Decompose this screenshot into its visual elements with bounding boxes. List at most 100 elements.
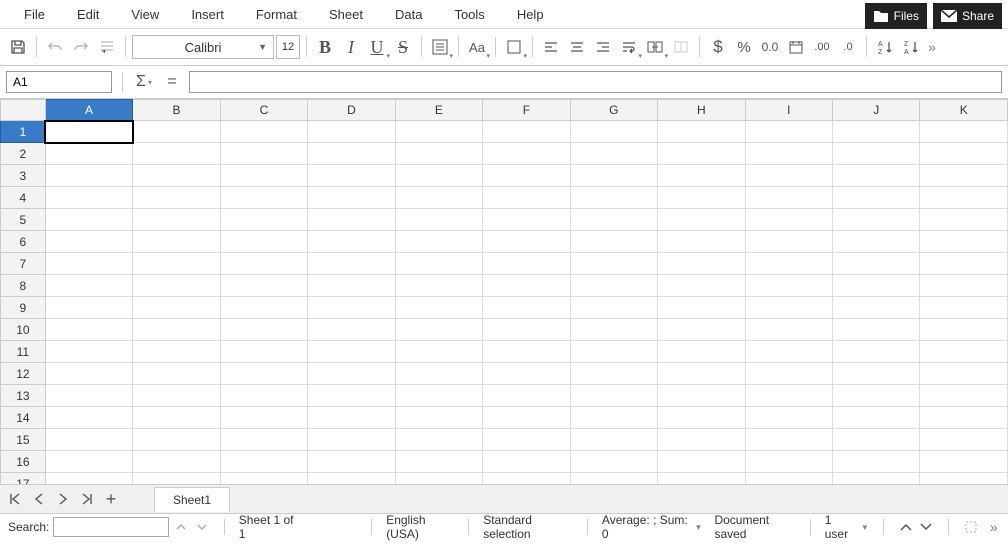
sort-asc-icon[interactable]: AZ bbox=[873, 35, 897, 59]
cell[interactable] bbox=[483, 407, 570, 429]
cell[interactable] bbox=[45, 363, 132, 385]
cell[interactable] bbox=[395, 451, 482, 473]
add-sheet-icon[interactable]: + bbox=[100, 488, 122, 510]
collapse-up-icon[interactable] bbox=[898, 518, 914, 536]
cell[interactable] bbox=[45, 165, 132, 187]
cell[interactable] bbox=[395, 187, 482, 209]
column-header[interactable]: A bbox=[45, 100, 132, 121]
column-header[interactable]: G bbox=[570, 100, 657, 121]
row-header[interactable]: 6 bbox=[1, 231, 46, 253]
cell[interactable] bbox=[832, 385, 919, 407]
cell[interactable] bbox=[570, 319, 657, 341]
cell[interactable] bbox=[45, 143, 132, 165]
cell[interactable] bbox=[220, 165, 307, 187]
row-header[interactable]: 9 bbox=[1, 297, 46, 319]
currency-icon[interactable]: $ bbox=[706, 35, 730, 59]
cell[interactable] bbox=[395, 297, 482, 319]
save-icon[interactable] bbox=[6, 35, 30, 59]
cell[interactable] bbox=[45, 275, 132, 297]
cell[interactable] bbox=[745, 187, 832, 209]
column-header[interactable]: J bbox=[832, 100, 919, 121]
column-header[interactable]: B bbox=[133, 100, 220, 121]
cell[interactable] bbox=[745, 143, 832, 165]
sum-icon[interactable]: Σ▾ bbox=[133, 71, 155, 93]
cell[interactable] bbox=[832, 187, 919, 209]
undo-icon[interactable] bbox=[43, 35, 67, 59]
row-header[interactable]: 3 bbox=[1, 165, 46, 187]
last-sheet-icon[interactable] bbox=[76, 488, 98, 510]
cell[interactable] bbox=[658, 165, 745, 187]
font-color-icon[interactable]: ▾ bbox=[428, 35, 452, 59]
cell[interactable] bbox=[920, 341, 1008, 363]
menu-data[interactable]: Data bbox=[379, 3, 438, 26]
cell[interactable] bbox=[570, 209, 657, 231]
cell[interactable] bbox=[483, 253, 570, 275]
first-sheet-icon[interactable] bbox=[4, 488, 26, 510]
cell[interactable] bbox=[395, 385, 482, 407]
cell[interactable] bbox=[745, 165, 832, 187]
cell[interactable] bbox=[133, 407, 220, 429]
menu-edit[interactable]: Edit bbox=[61, 3, 115, 26]
cell[interactable] bbox=[483, 143, 570, 165]
unmerge-cells-icon[interactable] bbox=[669, 35, 693, 59]
cell[interactable] bbox=[920, 451, 1008, 473]
chevron-down-icon[interactable]: ▼ bbox=[861, 523, 869, 532]
background-color-icon[interactable]: ▾ bbox=[502, 35, 526, 59]
sheet-tab-active[interactable]: Sheet1 bbox=[154, 487, 230, 512]
menu-insert[interactable]: Insert bbox=[175, 3, 240, 26]
cell[interactable] bbox=[920, 429, 1008, 451]
aggregate-label[interactable]: Average: ; Sum: 0 bbox=[602, 513, 689, 541]
cell[interactable] bbox=[832, 253, 919, 275]
column-header[interactable]: H bbox=[658, 100, 745, 121]
cell[interactable] bbox=[658, 143, 745, 165]
cell[interactable] bbox=[45, 253, 132, 275]
text-case-icon[interactable]: Aa▾ bbox=[465, 35, 489, 59]
cell[interactable] bbox=[483, 429, 570, 451]
cell[interactable] bbox=[483, 165, 570, 187]
column-header[interactable]: D bbox=[308, 100, 395, 121]
zoom-fit-icon[interactable] bbox=[963, 518, 979, 536]
cell[interactable] bbox=[45, 451, 132, 473]
column-header[interactable]: I bbox=[745, 100, 832, 121]
row-header[interactable]: 2 bbox=[1, 143, 46, 165]
equals-icon[interactable]: = bbox=[161, 71, 183, 93]
cell[interactable] bbox=[920, 165, 1008, 187]
cell[interactable] bbox=[483, 385, 570, 407]
cell[interactable] bbox=[483, 297, 570, 319]
row-header[interactable]: 11 bbox=[1, 341, 46, 363]
cell[interactable] bbox=[220, 231, 307, 253]
cell[interactable] bbox=[220, 121, 307, 143]
font-size-select[interactable]: 12 bbox=[276, 35, 300, 59]
cell[interactable] bbox=[133, 297, 220, 319]
cell[interactable] bbox=[745, 451, 832, 473]
cell[interactable] bbox=[570, 275, 657, 297]
row-header[interactable]: 12 bbox=[1, 363, 46, 385]
row-header[interactable]: 8 bbox=[1, 275, 46, 297]
cell[interactable] bbox=[570, 341, 657, 363]
cell[interactable] bbox=[308, 429, 395, 451]
font-name-select[interactable]: Calibri ▼ bbox=[132, 35, 274, 59]
row-header[interactable]: 4 bbox=[1, 187, 46, 209]
cell[interactable] bbox=[832, 341, 919, 363]
cell[interactable] bbox=[832, 231, 919, 253]
row-header[interactable]: 7 bbox=[1, 253, 46, 275]
cell[interactable] bbox=[570, 165, 657, 187]
cell[interactable] bbox=[570, 363, 657, 385]
cell[interactable] bbox=[658, 473, 745, 486]
date-format-icon[interactable] bbox=[784, 35, 808, 59]
cell[interactable] bbox=[570, 429, 657, 451]
cell[interactable] bbox=[220, 187, 307, 209]
cell[interactable] bbox=[308, 297, 395, 319]
cell[interactable] bbox=[133, 253, 220, 275]
cell[interactable] bbox=[308, 473, 395, 486]
toolbar-overflow-icon[interactable]: » bbox=[925, 39, 939, 55]
cell[interactable] bbox=[308, 209, 395, 231]
cell[interactable] bbox=[308, 121, 395, 143]
cell[interactable] bbox=[220, 473, 307, 486]
cell[interactable] bbox=[45, 319, 132, 341]
cell[interactable] bbox=[570, 385, 657, 407]
cell[interactable] bbox=[133, 429, 220, 451]
row-header[interactable]: 16 bbox=[1, 451, 46, 473]
cell[interactable] bbox=[745, 385, 832, 407]
cell[interactable] bbox=[658, 385, 745, 407]
